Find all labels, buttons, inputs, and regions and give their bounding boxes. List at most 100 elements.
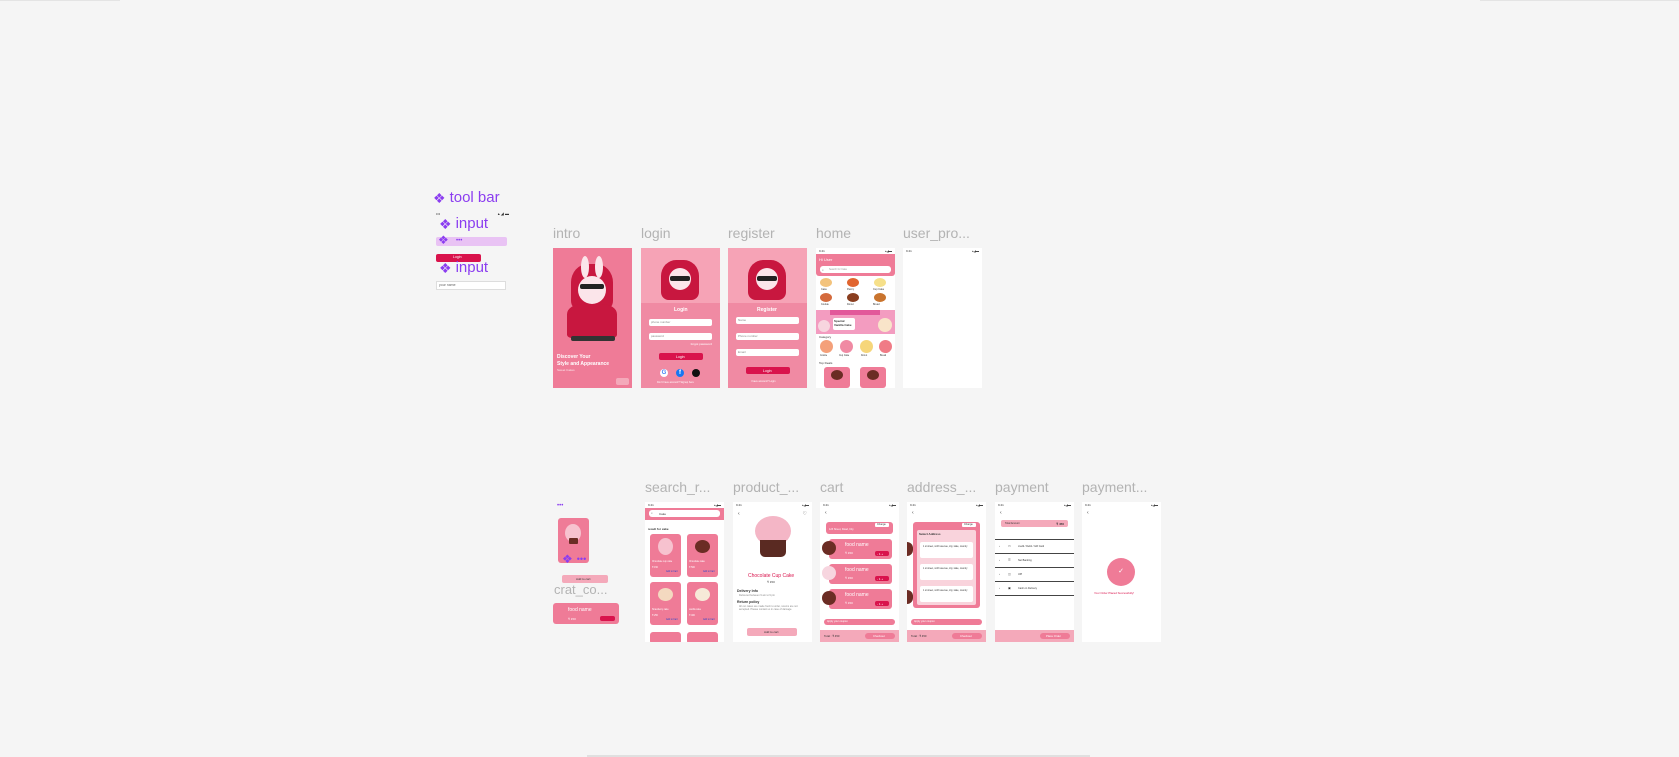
input-field-component[interactable]: your name [436, 281, 506, 290]
product-name: Chocolate Cup Cake [748, 573, 795, 579]
qty-stepper[interactable] [600, 616, 615, 621]
product-card[interactable]: Chocolate cake ₹ 500 Add to Cart [687, 534, 718, 577]
login-button[interactable]: Login [659, 353, 703, 360]
input-component-label[interactable]: ❖ input [439, 215, 488, 232]
apply-coupon-button[interactable]: Apply your coupon [824, 619, 895, 625]
payment-success-frame[interactable]: ▴◢▬ 9:41 ‹ ✓ Your Order Placed Successful… [1082, 502, 1161, 642]
back-icon[interactable]: ‹ [825, 510, 827, 516]
cart-item[interactable]: food name ₹ 150 - 1 + [829, 564, 892, 584]
payment-method-card[interactable]: › ▭ credit / Debit / Gift Card [995, 540, 1074, 553]
category-circle[interactable] [879, 340, 892, 353]
back-icon[interactable]: ‹ [1000, 510, 1002, 516]
category-circle[interactable] [820, 340, 833, 353]
payment-frame[interactable]: ▴◢▬ 9:41 ‹ Total Amount ₹ 450 › ▭ credit … [995, 502, 1074, 642]
next-button[interactable] [616, 378, 629, 385]
address-option[interactable]: 1 st street, north avenue, city, state, … [920, 542, 973, 558]
product-card[interactable]: vanilla cake ₹ 400 Add to Cart [687, 582, 718, 625]
category-label: Cake [821, 288, 827, 291]
bunny-ear [581, 256, 589, 278]
cart-item[interactable]: food name ₹ 150 - 1 + [829, 539, 892, 559]
password-input[interactable]: password [649, 333, 712, 340]
cart-frame[interactable]: ▴◢▬ 9:41 ‹ Change 123 Street, Road, City … [820, 502, 899, 642]
add-to-cart-link[interactable]: Add to Cart [666, 619, 678, 621]
change-button[interactable]: Change [962, 523, 976, 527]
deal-image [867, 370, 879, 380]
apply-coupon-button[interactable]: Apply your coupon [911, 619, 982, 625]
status-icons: ▴ ◢ ▬ [497, 211, 509, 216]
login-frame[interactable]: Login phone number password forgot passw… [641, 248, 720, 388]
deal-card[interactable] [860, 367, 886, 388]
google-icon[interactable]: G [660, 369, 668, 377]
name-input[interactable]: Name [736, 317, 799, 324]
intro-frame[interactable]: Discover Your Style and Appearance Sweet… [553, 248, 632, 388]
search-input[interactable]: ⌕ Cake [649, 510, 720, 517]
component-icon: ❖ [439, 259, 452, 276]
checkout-button[interactable]: Checkout [865, 633, 895, 639]
cart-item-image [822, 591, 836, 605]
frame-label-search-result: search_r... [645, 479, 711, 495]
payment-method-upi[interactable]: › ◫ UPI [995, 568, 1074, 581]
product-card[interactable]: Chocolate cup cake ₹ 150 Add to Cart [650, 534, 681, 577]
button-component[interactable]: ❖ ••• [436, 234, 507, 246]
checkout-button[interactable]: Checkout [952, 633, 982, 639]
cupcake-base [569, 538, 578, 544]
address-bar[interactable]: Change 123 Street, Road, City [826, 522, 893, 534]
input-component-label[interactable]: ❖ input [439, 259, 488, 276]
facebook-icon[interactable]: f [676, 369, 684, 377]
forgot-password-link[interactable]: forgot password [691, 342, 712, 346]
toolbar-component-label[interactable]: ❖ tool bar [433, 189, 500, 206]
status-bar: ▴◢▬ 9:41 [998, 503, 1071, 507]
add-to-cart-link[interactable]: Add to Cart [703, 571, 715, 573]
user-profile-frame[interactable]: ▴◢▬ 9:41 [903, 248, 982, 388]
add-to-cart-button[interactable]: Add to cart [747, 628, 797, 636]
category-thumb[interactable] [820, 293, 832, 302]
category-thumb[interactable] [874, 293, 886, 302]
category-circle[interactable] [860, 340, 873, 353]
category-circle[interactable] [840, 340, 853, 353]
bunny-ear [595, 256, 603, 278]
address-option[interactable]: 1 st street, north avenue, city, state, … [920, 586, 973, 602]
phone-input[interactable]: phone number [649, 319, 712, 326]
apple-icon[interactable] [692, 369, 700, 377]
cart-item-component[interactable]: food name ₹ 150 [553, 603, 619, 624]
category-thumb[interactable] [874, 278, 886, 287]
back-icon[interactable]: ‹ [912, 510, 914, 516]
register-frame[interactable]: Register Name Phone number Email Login I… [728, 248, 807, 388]
cart-item[interactable]: food name ₹ 150 - 1 + [829, 589, 892, 609]
qty-stepper[interactable]: - 1 + [875, 576, 889, 581]
category-thumb[interactable] [847, 278, 859, 287]
payment-method-netbanking[interactable]: › ☰ Net Banking [995, 554, 1074, 567]
promo-banner[interactable]: Special Vanilla Cake [816, 310, 895, 334]
product-card[interactable] [687, 632, 718, 642]
payment-method-cod[interactable]: › ▣ Cash on Delivery [995, 582, 1074, 595]
back-icon[interactable]: ‹ [738, 511, 740, 517]
place-order-button[interactable]: Place Order [1040, 633, 1070, 639]
register-button[interactable]: Login [746, 367, 790, 374]
qty-stepper[interactable]: - 1 + [875, 601, 889, 606]
category-thumb[interactable] [820, 278, 832, 287]
home-frame[interactable]: ▴◢▬ 9:41 Hi User ⌕ Search for Cake Cake P… [816, 248, 895, 388]
address-option[interactable]: 1 st street, north avenue, city, state, … [920, 564, 973, 580]
add-to-cart-link[interactable]: Add to Cart [703, 619, 715, 621]
success-message: Your Order Placed Successfully! [1094, 591, 1135, 595]
phone-input[interactable]: Phone number [736, 333, 799, 340]
address-frame[interactable]: ▴◢▬ 9:41 ‹ Change Select Address 1 st str… [907, 502, 986, 642]
back-icon[interactable]: ‹ [1087, 510, 1089, 516]
login-link[interactable]: I have account? Login [751, 380, 775, 383]
email-input[interactable]: Email [736, 349, 799, 356]
component-dots: ••• [557, 503, 564, 509]
search-input[interactable]: ⌕ Search for Cake [820, 266, 891, 273]
qty-stepper[interactable]: - 1 + [875, 551, 889, 556]
category-thumb[interactable] [847, 293, 859, 302]
card-component-label[interactable]: ❖ ••• [562, 553, 586, 565]
change-address-button[interactable]: Change [875, 523, 889, 527]
product-card[interactable]: Strawberry cake ₹ 250 Add to Cart [650, 582, 681, 625]
add-to-cart-link[interactable]: Add to Cart [666, 571, 678, 573]
deal-card[interactable] [824, 367, 850, 388]
heart-icon[interactable]: ♡ [803, 511, 807, 517]
product-detail-frame[interactable]: ▴◢▬ 9:41 ‹ ♡ Chocolate Cup Cake ₹ 150 Del… [733, 502, 812, 642]
search-result-frame[interactable]: ▴◢▬ 9:41 ⌕ Cake result for cake Chocolate… [645, 502, 724, 642]
signup-link[interactable]: Don't have account? Signup here [657, 381, 694, 384]
select-address-heading: Select Address [919, 532, 941, 536]
product-card[interactable] [650, 632, 681, 642]
